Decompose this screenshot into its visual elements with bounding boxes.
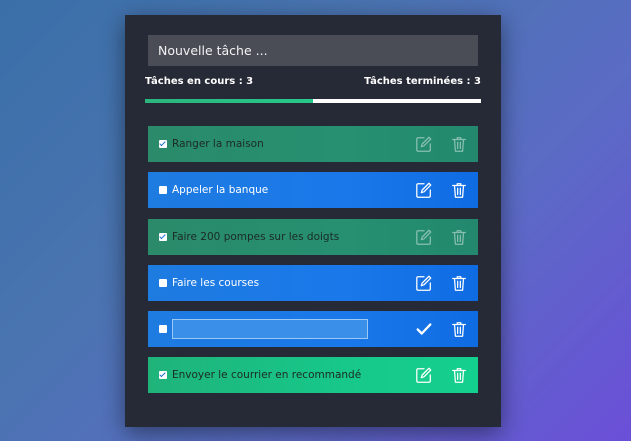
todo-checkbox[interactable] — [159, 279, 167, 287]
trash-icon[interactable] — [450, 181, 468, 199]
in-progress-count: Tâches en cours : 3 — [145, 76, 254, 87]
checkmark-icon[interactable] — [415, 320, 433, 338]
todo-label: Appeler la banque — [172, 184, 269, 196]
completed-count: Tâches terminées : 3 — [364, 76, 481, 87]
progress-bar — [145, 99, 481, 103]
pencil-square-icon[interactable] — [415, 228, 433, 246]
trash-icon[interactable] — [450, 228, 468, 246]
todo-label: Ranger la maison — [172, 138, 264, 150]
todo-item: Faire 200 pompes sur les doigts — [148, 219, 478, 255]
todo-item: Appeler la banque — [148, 172, 478, 208]
pencil-square-icon[interactable] — [415, 181, 433, 199]
todo-item-editing — [148, 311, 478, 347]
todo-item: Ranger la maison — [148, 126, 478, 162]
trash-icon[interactable] — [450, 320, 468, 338]
todo-item: Faire les courses — [148, 265, 478, 301]
pencil-square-icon[interactable] — [415, 135, 433, 153]
trash-icon[interactable] — [450, 135, 468, 153]
todo-edit-input[interactable] — [172, 319, 368, 339]
trash-icon[interactable] — [450, 366, 468, 384]
new-task-input[interactable] — [148, 35, 478, 66]
task-counters: Tâches en cours : 3 Tâches terminées : 3 — [145, 76, 481, 90]
trash-icon[interactable] — [450, 274, 468, 292]
todo-label: Faire les courses — [172, 277, 260, 289]
todo-checkbox[interactable] — [159, 371, 167, 379]
todo-item: Envoyer le courrier en recommandé — [148, 357, 478, 393]
todo-checkbox[interactable] — [159, 186, 167, 194]
todo-checkbox[interactable] — [159, 233, 167, 241]
pencil-square-icon[interactable] — [415, 366, 433, 384]
progress-fill — [145, 99, 313, 103]
todo-checkbox[interactable] — [159, 140, 167, 148]
pencil-square-icon[interactable] — [415, 274, 433, 292]
todo-checkbox[interactable] — [159, 325, 167, 333]
todo-label: Faire 200 pompes sur les doigts — [172, 231, 340, 243]
todo-card: Tâches en cours : 3 Tâches terminées : 3… — [125, 15, 501, 427]
todo-label: Envoyer le courrier en recommandé — [172, 369, 362, 381]
